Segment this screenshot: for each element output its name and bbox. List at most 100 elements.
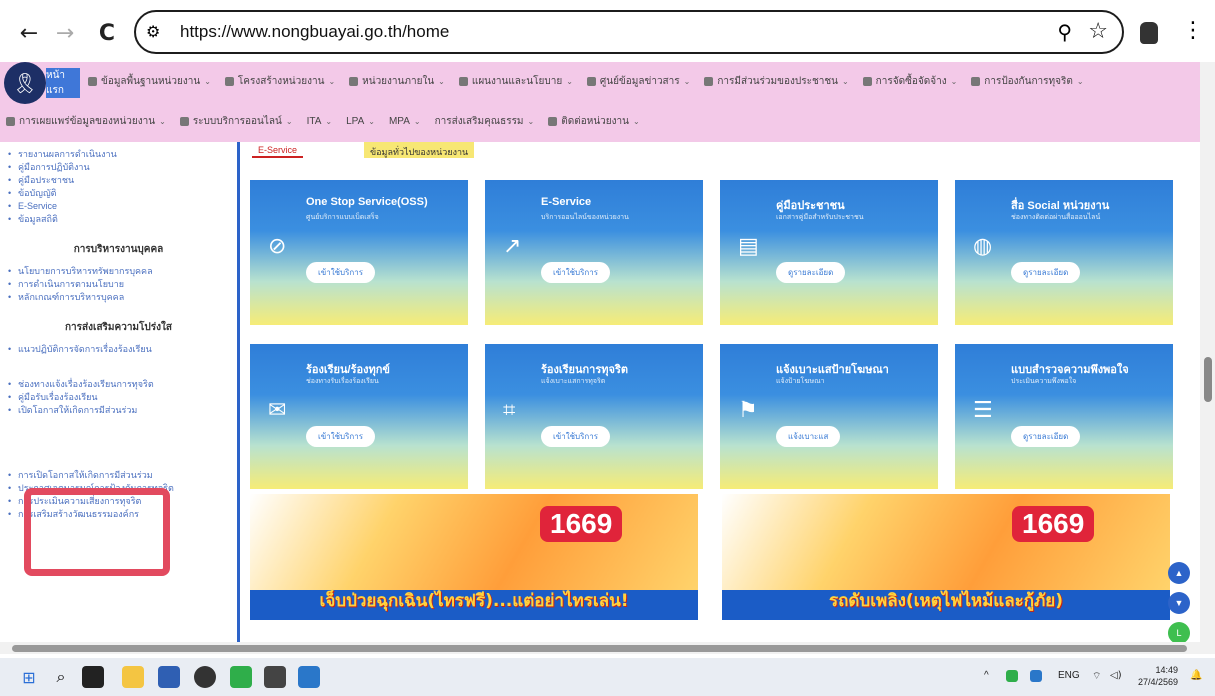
sidebar-link[interactable]: คู่มือประชาชน bbox=[0, 174, 237, 187]
sidebar-link[interactable]: หลักเกณฑ์การบริหารบุคคล bbox=[0, 291, 237, 304]
url-text[interactable]: https://www.nongbuayai.go.th/home bbox=[180, 22, 449, 42]
sidebar-link[interactable]: ข้อบัญญัติ bbox=[0, 187, 237, 200]
service-card-survey: ☰ แบบสำรวจความพึงพอใจ ประเมินความพึงพอใจ… bbox=[955, 344, 1173, 489]
scroll-up-icon[interactable]: ▲ bbox=[1168, 562, 1190, 584]
sidebar-link[interactable]: แนวปฏิบัติการจัดการเรื่องร้องเรียน bbox=[0, 343, 237, 356]
card-title: สื่อ Social หน่วยงาน bbox=[1011, 200, 1110, 212]
nav-item[interactable]: การส่งเสริมคุณธรรม ⌄ bbox=[435, 114, 535, 129]
scrollbar-thumb[interactable] bbox=[1204, 357, 1212, 402]
file-explorer-icon[interactable] bbox=[122, 666, 144, 688]
wifi-icon[interactable]: ⌔ bbox=[1092, 670, 1101, 683]
sound-icon[interactable]: ◁) bbox=[1110, 670, 1122, 681]
card-button[interactable]: เข้าใช้บริการ bbox=[541, 262, 611, 283]
site-settings-icon[interactable]: ⚙ bbox=[146, 22, 160, 41]
tray-app-icon[interactable] bbox=[1030, 670, 1042, 682]
nav-item[interactable]: หน่วยงานภายใน ⌄ bbox=[349, 74, 445, 89]
nav-item[interactable]: ITA ⌄ bbox=[307, 116, 333, 127]
language-indicator[interactable]: ENG bbox=[1058, 670, 1080, 681]
menu-icon bbox=[349, 77, 359, 86]
card-title: คู่มือประชาชน bbox=[776, 200, 845, 212]
main-navigation: 🎗 หน้าแรก ข้อมูลพื้นฐานหน่วยงาน ⌄ โครงสร้… bbox=[0, 62, 1200, 142]
system-clock[interactable]: 14:49 27/4/2569 bbox=[1138, 664, 1178, 688]
sidebar-link[interactable]: เปิดโอกาสให้เกิดการมีส่วนร่วม bbox=[0, 404, 237, 417]
card-title: E-Service bbox=[541, 196, 592, 208]
card-button[interactable]: ดูรายละเอียด bbox=[1011, 262, 1081, 283]
hotline-number: 1669 bbox=[540, 506, 623, 542]
nav-item-label: ติดต่อหน่วยงาน bbox=[561, 116, 629, 127]
sidebar-link[interactable]: รายงานผลการดำเนินงาน bbox=[0, 148, 237, 161]
bookmark-star-icon[interactable]: ☆ bbox=[1088, 19, 1108, 44]
chevron-down-icon: ⌄ bbox=[328, 77, 336, 86]
nav-item[interactable]: การป้องกันการทุจริต ⌄ bbox=[971, 74, 1084, 89]
ribbon-logo-icon[interactable]: 🎗 bbox=[4, 62, 46, 104]
line-icon[interactable]: L bbox=[1168, 622, 1190, 642]
nav-item[interactable]: ติดต่อหน่วยงาน ⌄ bbox=[548, 114, 640, 129]
sidebar-link[interactable]: การดำเนินการตามนโยบาย bbox=[0, 278, 237, 291]
extension-icon[interactable] bbox=[1140, 22, 1158, 44]
card-button[interactable]: เข้าใช้บริการ bbox=[306, 262, 376, 283]
service-card-manual: ▤ คู่มือประชาชน เอกสารคู่มือสำหรับประชาช… bbox=[720, 180, 938, 325]
clock-date: 27/4/2569 bbox=[1138, 677, 1179, 687]
tray-line-icon[interactable] bbox=[1006, 670, 1018, 682]
service-card-signboard: ⚑ แจ้งเบาะแสป้ายโฆษณา แจ้งป้ายโฆษณา แจ้ง… bbox=[720, 344, 938, 489]
nav-item-label: ITA bbox=[306, 116, 322, 127]
reload-icon[interactable]: C bbox=[92, 18, 122, 48]
sidebar-link[interactable]: ช่องทางแจ้งเรื่องร้องเรียนการทุจริต bbox=[0, 378, 237, 391]
horizontal-scrollbar[interactable] bbox=[0, 642, 1215, 654]
card-button[interactable]: เข้าใช้บริการ bbox=[306, 426, 376, 447]
nav-item[interactable]: โครงสร้างหน่วยงาน ⌄ bbox=[224, 74, 336, 89]
nav-item[interactable]: การจัดซื้อจัดจ้าง ⌄ bbox=[862, 74, 957, 89]
nav-item[interactable]: แผนงานและนโยบาย ⌄ bbox=[458, 74, 573, 89]
scrollbar-thumb[interactable] bbox=[12, 645, 1187, 652]
card-button[interactable]: เข้าใช้บริการ bbox=[541, 426, 611, 447]
card-title: แจ้งเบาะแสป้ายโฆษณา bbox=[776, 364, 889, 376]
nav-row-1: ข้อมูลพื้นฐานหน่วยงาน ⌄ โครงสร้างหน่วยงาน… bbox=[88, 74, 1084, 89]
card-button[interactable]: ดูรายละเอียด bbox=[776, 262, 846, 283]
nav-home-button[interactable]: หน้าแรก bbox=[46, 68, 80, 98]
nav-item[interactable]: ศูนย์ข้อมูลข่าวสาร ⌄ bbox=[586, 74, 690, 89]
tab-general-info[interactable]: ข้อมูลทั่วไปของหน่วยงาน bbox=[364, 142, 475, 158]
fire-banner[interactable]: 1669 รถดับเพลิง(เหตุไฟไหม้และกู้ภัย) bbox=[722, 494, 1170, 620]
scroll-down-icon[interactable]: ▼ bbox=[1168, 592, 1190, 614]
back-icon[interactable]: ← bbox=[14, 18, 44, 48]
chevron-up-icon[interactable]: ^ bbox=[984, 670, 989, 681]
sidebar-group-3: แนวปฏิบัติการจัดการเรื่องร้องเรียน ช่องท… bbox=[0, 343, 237, 417]
nav-item[interactable]: การเผยแพร่ข้อมูลของหน่วยงาน ⌄ bbox=[6, 114, 166, 129]
nav-item-label: LPA bbox=[346, 116, 365, 127]
sidebar-link[interactable]: การเปิดโอกาสให้เกิดการมีส่วนร่วม bbox=[0, 469, 237, 482]
browser-menu-icon[interactable]: ⋮ bbox=[1182, 18, 1204, 43]
notification-bell-icon[interactable]: 🔔 bbox=[1190, 670, 1202, 681]
nav-item[interactable]: MPA ⌄ bbox=[389, 116, 421, 127]
card-button[interactable]: แจ้งเบาะแส bbox=[776, 426, 841, 447]
store-icon[interactable] bbox=[158, 666, 180, 688]
sidebar-link[interactable]: ข้อมูลสถิติ bbox=[0, 213, 237, 226]
tab-eservice[interactable]: E-Service bbox=[252, 142, 304, 158]
sidebar-link[interactable]: E-Service bbox=[0, 200, 237, 213]
sidebar-link[interactable]: คู่มือรับเรื่องร้องเรียน bbox=[0, 391, 237, 404]
nav-item[interactable]: ข้อมูลพื้นฐานหน่วยงาน ⌄ bbox=[88, 74, 211, 89]
forward-icon[interactable]: → bbox=[50, 18, 80, 48]
nav-item[interactable]: LPA ⌄ bbox=[346, 116, 375, 127]
emergency-banner[interactable]: 1669 เจ็บป่วยฉุกเฉิน(ไทรฟรี)...แต่อย่าไท… bbox=[250, 494, 698, 620]
nav-item-label: ศูนย์ข้อมูลข่าวสาร bbox=[599, 76, 680, 87]
task-view-icon[interactable] bbox=[82, 666, 104, 688]
nav-item[interactable]: การมีส่วนร่วมของประชาชน ⌄ bbox=[704, 74, 849, 89]
main-content: E-Service ข้อมูลทั่วไปของหน่วยงาน ⊘ One … bbox=[240, 142, 1200, 642]
banner-caption: รถดับเพลิง(เหตุไฟไหม้และกู้ภัย) bbox=[828, 591, 1064, 611]
address-bar[interactable]: ⚙ https://www.nongbuayai.go.th/home ⚲ ☆ bbox=[134, 10, 1124, 54]
sidebar-link[interactable]: คู่มือการปฏิบัติงาน bbox=[0, 161, 237, 174]
banner-caption: เจ็บป่วยฉุกเฉิน(ไทรฟรี)...แต่อย่าไทรเล่น… bbox=[319, 591, 629, 611]
sidebar: รายงานผลการดำเนินงาน คู่มือการปฏิบัติงาน… bbox=[0, 142, 240, 642]
app-icon[interactable] bbox=[264, 666, 286, 688]
zoom-icon[interactable]: ⚲ bbox=[1057, 20, 1072, 44]
line-app-icon[interactable] bbox=[230, 666, 252, 688]
card-button[interactable]: ดูรายละเอียด bbox=[1011, 426, 1081, 447]
search-icon[interactable]: ⌕ bbox=[50, 666, 72, 688]
chrome-icon[interactable] bbox=[194, 666, 216, 688]
windows-start-icon[interactable]: ⊞ bbox=[18, 666, 40, 688]
nav-item[interactable]: ระบบบริการออนไลน์ ⌄ bbox=[179, 114, 293, 129]
mail-icon[interactable] bbox=[298, 666, 320, 688]
menu-icon bbox=[971, 77, 981, 86]
sidebar-link[interactable]: นโยบายการบริหารทรัพยากรบุคคล bbox=[0, 265, 237, 278]
vertical-scrollbar[interactable] bbox=[1200, 62, 1215, 642]
